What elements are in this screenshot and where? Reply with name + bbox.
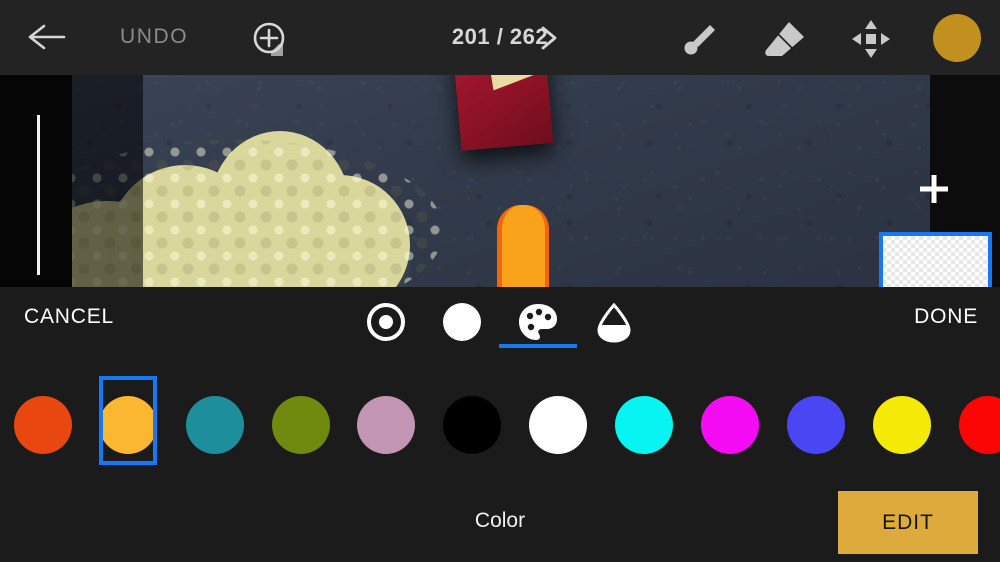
swatch-olive[interactable] (272, 396, 330, 454)
move-arrows-icon[interactable] (849, 17, 893, 61)
canvas-area[interactable] (0, 75, 1000, 287)
vertical-guide-line[interactable] (37, 115, 40, 275)
filled-circle-icon (443, 303, 481, 341)
swatch-cyan[interactable] (615, 396, 673, 454)
target-circle-icon (367, 303, 405, 341)
tab-blur[interactable] (588, 299, 640, 345)
chevron-right-icon[interactable] (534, 23, 562, 53)
swatch-black[interactable] (443, 396, 501, 454)
droplet-icon (597, 302, 631, 343)
swatch-white[interactable] (529, 396, 587, 454)
plus-icon[interactable] (912, 167, 956, 211)
tab-size[interactable] (360, 299, 412, 345)
tab-opacity[interactable] (436, 299, 488, 345)
swatch-blue[interactable] (787, 396, 845, 454)
back-arrow-icon[interactable] (24, 21, 68, 53)
tab-color[interactable] (512, 299, 564, 345)
swatch-yellow[interactable] (873, 396, 931, 454)
done-button[interactable]: DONE (914, 305, 978, 329)
mode-tabs (360, 296, 640, 348)
cloud-shape (72, 113, 452, 287)
eraser-icon[interactable] (762, 18, 808, 60)
swatch-magenta[interactable] (701, 396, 759, 454)
swatch-teal[interactable] (186, 396, 244, 454)
orange-brush-stroke (497, 205, 549, 287)
drawing-editor-screen: UNDO 201 / 262 CANCEL DONE Color EDIT (0, 0, 1000, 562)
color-swatch-row (0, 372, 1000, 468)
swatch-orange-red[interactable] (14, 396, 72, 454)
brush-icon[interactable] (679, 18, 721, 60)
cancel-button[interactable]: CANCEL (24, 305, 114, 329)
undo-button[interactable]: UNDO (120, 25, 188, 49)
photo-canvas[interactable] (72, 75, 930, 287)
palette-icon (519, 304, 557, 340)
top-toolbar: UNDO 201 / 262 (0, 0, 1000, 75)
layer-thumbnail[interactable] (879, 232, 992, 287)
swatch-amber[interactable] (99, 396, 157, 454)
edit-button[interactable]: EDIT (838, 491, 978, 554)
swatch-mauve[interactable] (357, 396, 415, 454)
active-tab-underline (499, 344, 577, 348)
red-box-object (452, 75, 563, 151)
current-color-swatch[interactable] (933, 14, 981, 62)
swatch-red[interactable] (959, 396, 1000, 454)
add-layer-icon[interactable] (249, 16, 293, 60)
